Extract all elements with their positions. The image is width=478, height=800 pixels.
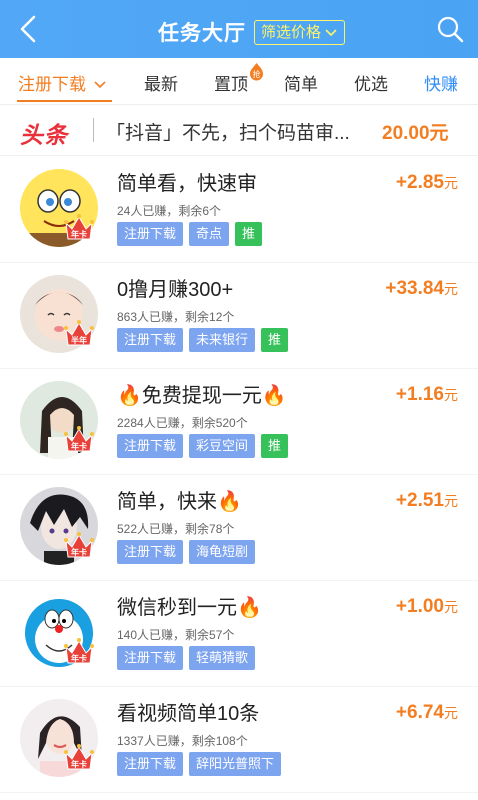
- task-title: 简单看，快速审: [117, 173, 257, 195]
- active-tab-indicator: [17, 100, 112, 102]
- divider: [93, 118, 94, 142]
- app-name-tag: 海龟短剧: [189, 540, 256, 564]
- task-row[interactable]: 半年 0撸月赚300+ 863人已赚，剩余12个注册下载 未来银行推 +33.84元: [0, 263, 478, 369]
- task-title: 0撸月赚300+: [117, 279, 234, 301]
- register-download-tag: 注册下载: [117, 328, 184, 352]
- back-arrow-icon[interactable]: [14, 13, 44, 45]
- tab-simple[interactable]: 简单: [284, 70, 318, 95]
- task-stats: 140人已赚，剩余57个: [117, 628, 235, 642]
- divider: [0, 104, 478, 105]
- task-row[interactable]: 年卡 简单看，快速审 24人已赚，剩余6个注册下载 奇点推 +2.85元: [0, 157, 478, 263]
- top-bar: 任务大厅 筛选价格: [0, 0, 478, 58]
- reward-unit: 元: [444, 493, 458, 509]
- vip-badge-label: 年卡: [71, 653, 87, 663]
- reward-value: +2.51: [395, 490, 444, 511]
- task-tags: 注册下载 奇点推: [117, 222, 263, 246]
- vip-crown-icon: 年卡: [64, 214, 94, 240]
- task-title: 看视频简单10条: [117, 703, 260, 725]
- divider: [0, 792, 478, 793]
- tab-register-download[interactable]: 注册下载: [18, 70, 107, 95]
- tab-quick-earn[interactable]: 快赚: [424, 70, 458, 95]
- reward-value: +6.74: [395, 702, 444, 723]
- reward-value: +1.00: [395, 596, 444, 617]
- task-row[interactable]: 年卡 简单，快来🔥 522人已赚，剩余78个注册下载 海龟短剧 +2.51元: [0, 475, 478, 581]
- task-stats: 1337人已赚，剩余108个: [117, 734, 248, 748]
- task-reward: +33.84元: [385, 278, 458, 300]
- task-tags: 注册下载 辞阳光普照下: [117, 752, 282, 776]
- reward-unit: 元: [444, 281, 458, 297]
- register-download-tag: 注册下载: [117, 646, 184, 670]
- vip-badge-label: 半年: [71, 335, 87, 345]
- app-name-tag: 彩豆空间: [189, 434, 256, 458]
- vip-badge-label: 年卡: [71, 441, 87, 451]
- tab-pinned[interactable]: 置顶: [214, 70, 248, 95]
- filter-price-button[interactable]: 筛选价格: [254, 20, 346, 45]
- task-stats: 2284人已赚，剩余520个: [117, 416, 248, 430]
- reward-unit: 元: [444, 175, 458, 191]
- task-title: 微信秒到一元🔥: [117, 597, 262, 619]
- task-row[interactable]: 年卡 微信秒到一元🔥 140人已赚，剩余57个注册下载 轻萌猜歌 +1.00元: [0, 581, 478, 687]
- register-download-tag: 注册下载: [117, 222, 184, 246]
- reward-unit: 元: [444, 705, 458, 721]
- hot-badge-label: 抢: [253, 69, 261, 79]
- task-reward: +1.16元: [396, 384, 458, 406]
- page-title: 任务大厅: [158, 22, 246, 45]
- register-download-tag: 注册下载: [117, 540, 184, 564]
- task-reward: +6.74元: [396, 702, 458, 724]
- app-name-tag: 轻萌猜歌: [189, 646, 256, 670]
- app-name-tag: 奇点: [189, 222, 230, 246]
- vip-crown-icon: 年卡: [64, 638, 94, 664]
- headline-logo: 头条: [20, 122, 68, 148]
- task-title: 🔥免费提现一元🔥: [117, 385, 287, 407]
- task-title: 简单，快来🔥: [117, 491, 242, 513]
- task-reward: +2.85元: [396, 172, 458, 194]
- vip-badge-label: 年卡: [71, 547, 87, 557]
- tab-selected[interactable]: 优选: [354, 70, 388, 95]
- filter-price-label: 筛选价格: [261, 24, 322, 41]
- task-stats: 863人已赚，剩余12个: [117, 310, 235, 324]
- reward-unit: 元: [444, 599, 458, 615]
- recommend-tag: 推: [261, 328, 289, 352]
- task-stats: 522人已赚，剩余78个: [117, 522, 235, 536]
- vip-crown-icon: 半年: [64, 320, 94, 346]
- recommend-tag: 推: [235, 222, 263, 246]
- register-download-tag: 注册下载: [117, 434, 184, 458]
- task-row[interactable]: 年卡 看视频简单10条 1337人已赚，剩余108个注册下载 辞阳光普照下 +6.74元: [0, 687, 478, 793]
- reward-value: +2.85: [395, 172, 444, 193]
- vip-badge-label: 年卡: [71, 229, 87, 239]
- hot-badge-icon: 抢: [250, 63, 263, 81]
- task-tags: 注册下载 彩豆空间推: [117, 434, 289, 458]
- search-icon[interactable]: [436, 15, 464, 43]
- task-tags: 注册下载 轻萌猜歌: [117, 646, 256, 670]
- vip-badge-label: 年卡: [71, 759, 87, 769]
- vip-crown-icon: 年卡: [64, 426, 94, 452]
- task-row[interactable]: 年卡 🔥免费提现一元🔥 2284人已赚，剩余520个注册下载 彩豆空间推 +1.16元: [0, 369, 478, 475]
- headline-banner[interactable]: 头条 「抖音」不先，扫个码苗审... 20.00元: [0, 106, 478, 152]
- app-name-tag: 未来银行: [189, 328, 256, 352]
- divider: [0, 155, 478, 156]
- chevron-down-icon: [94, 81, 106, 89]
- headline-amount: 20.00元: [382, 123, 449, 144]
- reward-value: +33.84: [385, 278, 444, 299]
- vip-crown-icon: 年卡: [64, 532, 94, 558]
- tab-label: 注册下载: [18, 75, 86, 94]
- reward-value: +1.16: [395, 384, 444, 405]
- app-name-tag: 辞阳光普照下: [189, 752, 282, 776]
- register-download-tag: 注册下载: [117, 752, 184, 776]
- task-reward: +1.00元: [396, 596, 458, 618]
- vip-crown-icon: 年卡: [64, 744, 94, 770]
- tab-latest[interactable]: 最新: [144, 70, 178, 95]
- recommend-tag: 推: [261, 434, 289, 458]
- task-tags: 注册下载 未来银行推: [117, 328, 289, 352]
- chevron-down-icon: [325, 28, 337, 36]
- task-stats: 24人已赚，剩余6个: [117, 204, 222, 218]
- task-reward: +2.51元: [396, 490, 458, 512]
- task-tags: 注册下载 海龟短剧: [117, 540, 256, 564]
- headline-text: 「抖音」不先，扫个码苗审...: [106, 123, 350, 144]
- reward-unit: 元: [444, 387, 458, 403]
- category-tabs: 注册下载 最新 置顶 抢 简单 优选 快赚: [0, 58, 478, 104]
